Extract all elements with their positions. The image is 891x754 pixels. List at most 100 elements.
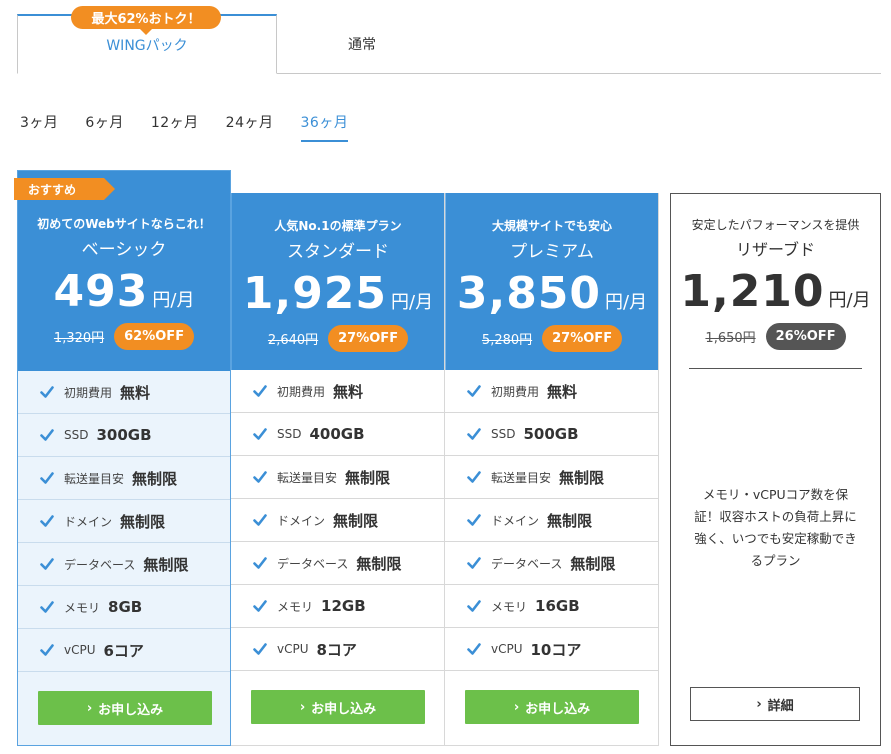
check-icon <box>467 428 481 440</box>
feature-row: vCPU 8コア <box>231 628 444 671</box>
feature-label: SSD <box>277 427 302 441</box>
apply-button[interactable]: › お申し込み <box>251 690 425 724</box>
detail-button[interactable]: › 詳細 <box>690 687 860 721</box>
apply-button[interactable]: › お申し込み <box>38 691 212 725</box>
check-icon <box>40 472 54 484</box>
plan-name: スタンダード <box>287 242 389 262</box>
period-3-months[interactable]: 3ヶ月 <box>20 112 58 142</box>
price-unit: 円/月 <box>391 292 434 313</box>
apply-button[interactable]: › お申し込み <box>465 690 639 724</box>
check-icon <box>40 601 54 613</box>
apply-button-label: お申し込み <box>98 702 164 718</box>
feature-label: メモリ <box>491 599 528 614</box>
feature-value: 無制限 <box>345 468 391 487</box>
plan-price: 3,850 <box>456 268 602 319</box>
discount-badge: 62%OFF <box>114 323 195 350</box>
check-icon <box>467 514 481 526</box>
feature-row: 初期費用 無料 <box>231 370 444 413</box>
feature-value: 無制限 <box>570 554 616 573</box>
feature-row: メモリ 12GB <box>231 585 444 628</box>
feature-value: 無料 <box>333 382 364 401</box>
plan-name: リザーブド <box>735 240 816 259</box>
plan-tagline: 大規模サイトでも安心 <box>491 219 612 233</box>
feature-label: SSD <box>64 428 89 442</box>
feature-label: vCPU <box>277 642 309 656</box>
plan-header: 初めてのWebサイトならこれ！ ベーシック 493 円/月 1,320円 62%… <box>18 171 230 371</box>
feature-value: 400GB <box>309 425 365 443</box>
price-unit: 円/月 <box>828 290 871 311</box>
recommend-badge: おすすめ <box>14 178 115 200</box>
plan-tagline: 人気No.1の標準プラン <box>274 219 402 233</box>
feature-row: ドメイン 無制限 <box>18 500 230 543</box>
feature-label: メモリ <box>277 599 314 614</box>
apply-button-label: お申し込み <box>525 701 591 717</box>
feature-row: データベース 無制限 <box>18 543 230 586</box>
plan-card-basic: おすすめ 初めてのWebサイトならこれ！ ベーシック 493 円/月 1,320… <box>14 170 231 746</box>
feature-value: 12GB <box>321 597 366 615</box>
feature-label: メモリ <box>64 600 101 615</box>
period-36-months[interactable]: 36ヶ月 <box>300 112 349 142</box>
plan-card-premium: 大規模サイトでも安心 プレミアム 3,850 円/月 5,280円 27%OFF… <box>445 193 659 746</box>
check-icon <box>253 600 267 612</box>
price-unit: 円/月 <box>605 292 648 313</box>
period-6-months[interactable]: 6ヶ月 <box>85 112 123 142</box>
feature-value: 無制限 <box>547 511 593 530</box>
feature-value: 8GB <box>108 598 143 616</box>
feature-label: vCPU <box>491 642 523 656</box>
feature-label: 転送量目安 <box>64 471 125 486</box>
feature-label: データベース <box>277 556 349 571</box>
feature-value: 500GB <box>523 425 579 443</box>
check-icon <box>40 644 54 656</box>
divider <box>689 368 862 369</box>
check-icon <box>467 385 481 397</box>
original-price: 1,320円 <box>53 331 105 346</box>
feature-row: vCPU 10コア <box>445 628 658 671</box>
plan-header: 人気No.1の標準プラン スタンダード 1,925 円/月 2,640円 27%… <box>231 193 444 370</box>
feature-row: 初期費用 無料 <box>445 370 658 413</box>
feature-label: データベース <box>491 556 563 571</box>
feature-label: 初期費用 <box>277 384 326 399</box>
check-icon <box>253 385 267 397</box>
discount-row: 2,640円 27%OFF <box>232 325 444 352</box>
feature-value: 無制限 <box>356 554 402 573</box>
feature-row: データベース 無制限 <box>231 542 444 585</box>
plan-tagline: 初めてのWebサイトならこれ！ <box>37 217 211 231</box>
tab-normal[interactable]: 通常 <box>277 14 447 74</box>
feature-row: SSD 500GB <box>445 413 658 456</box>
plan-description: メモリ・vCPUコア数を保証！収容ホストの負荷上昇に強く、いつでも安定稼動できる… <box>694 487 857 568</box>
chevron-right-icon: › <box>756 696 762 712</box>
period-24-months[interactable]: 24ヶ月 <box>226 112 274 142</box>
plan-card-reserved: 安定したパフォーマンスを提供 リザーブド 1,210 円/月 1,650円 26… <box>670 193 881 746</box>
check-icon <box>40 515 54 527</box>
plan-price: 493 <box>53 266 149 317</box>
feature-value: 無制限 <box>333 511 379 530</box>
chevron-right-icon: › <box>86 700 93 716</box>
feature-label: SSD <box>491 427 516 441</box>
original-price: 2,640円 <box>267 333 319 348</box>
discount-row: 1,650円 26%OFF <box>671 323 880 350</box>
feature-value: 無制限 <box>143 555 189 574</box>
feature-value: 無制限 <box>132 469 178 488</box>
feature-row: メモリ 16GB <box>445 585 658 628</box>
feature-value: 300GB <box>96 426 152 444</box>
feature-label: vCPU <box>64 643 96 657</box>
promo-badge: 最大62%おトク！ <box>71 6 221 35</box>
check-icon <box>40 429 54 441</box>
check-icon <box>253 428 267 440</box>
feature-list: 初期費用 無料 SSD 500GB 転送量目安 無制限 ドメイン 無制限 データベース 無制限 メモ… <box>445 370 658 671</box>
feature-label: ドメイン <box>64 514 113 529</box>
feature-row: 転送量目安 無制限 <box>231 456 444 499</box>
plan-name: プレミアム <box>510 242 594 262</box>
discount-row: 1,320円 62%OFF <box>18 323 230 350</box>
feature-label: 転送量目安 <box>491 470 552 485</box>
check-icon <box>467 557 481 569</box>
feature-row: 転送量目安 無制限 <box>18 457 230 500</box>
feature-label: ドメイン <box>491 513 540 528</box>
feature-list: 初期費用 無料 SSD 300GB 転送量目安 無制限 ドメイン 無制限 データベース 無制限 メモ… <box>18 371 230 672</box>
feature-label: ドメイン <box>277 513 326 528</box>
check-icon <box>467 471 481 483</box>
period-12-months[interactable]: 12ヶ月 <box>151 112 199 142</box>
feature-row: 転送量目安 無制限 <box>445 456 658 499</box>
discount-badge: 26%OFF <box>765 323 846 350</box>
feature-value: 10コア <box>530 640 582 659</box>
